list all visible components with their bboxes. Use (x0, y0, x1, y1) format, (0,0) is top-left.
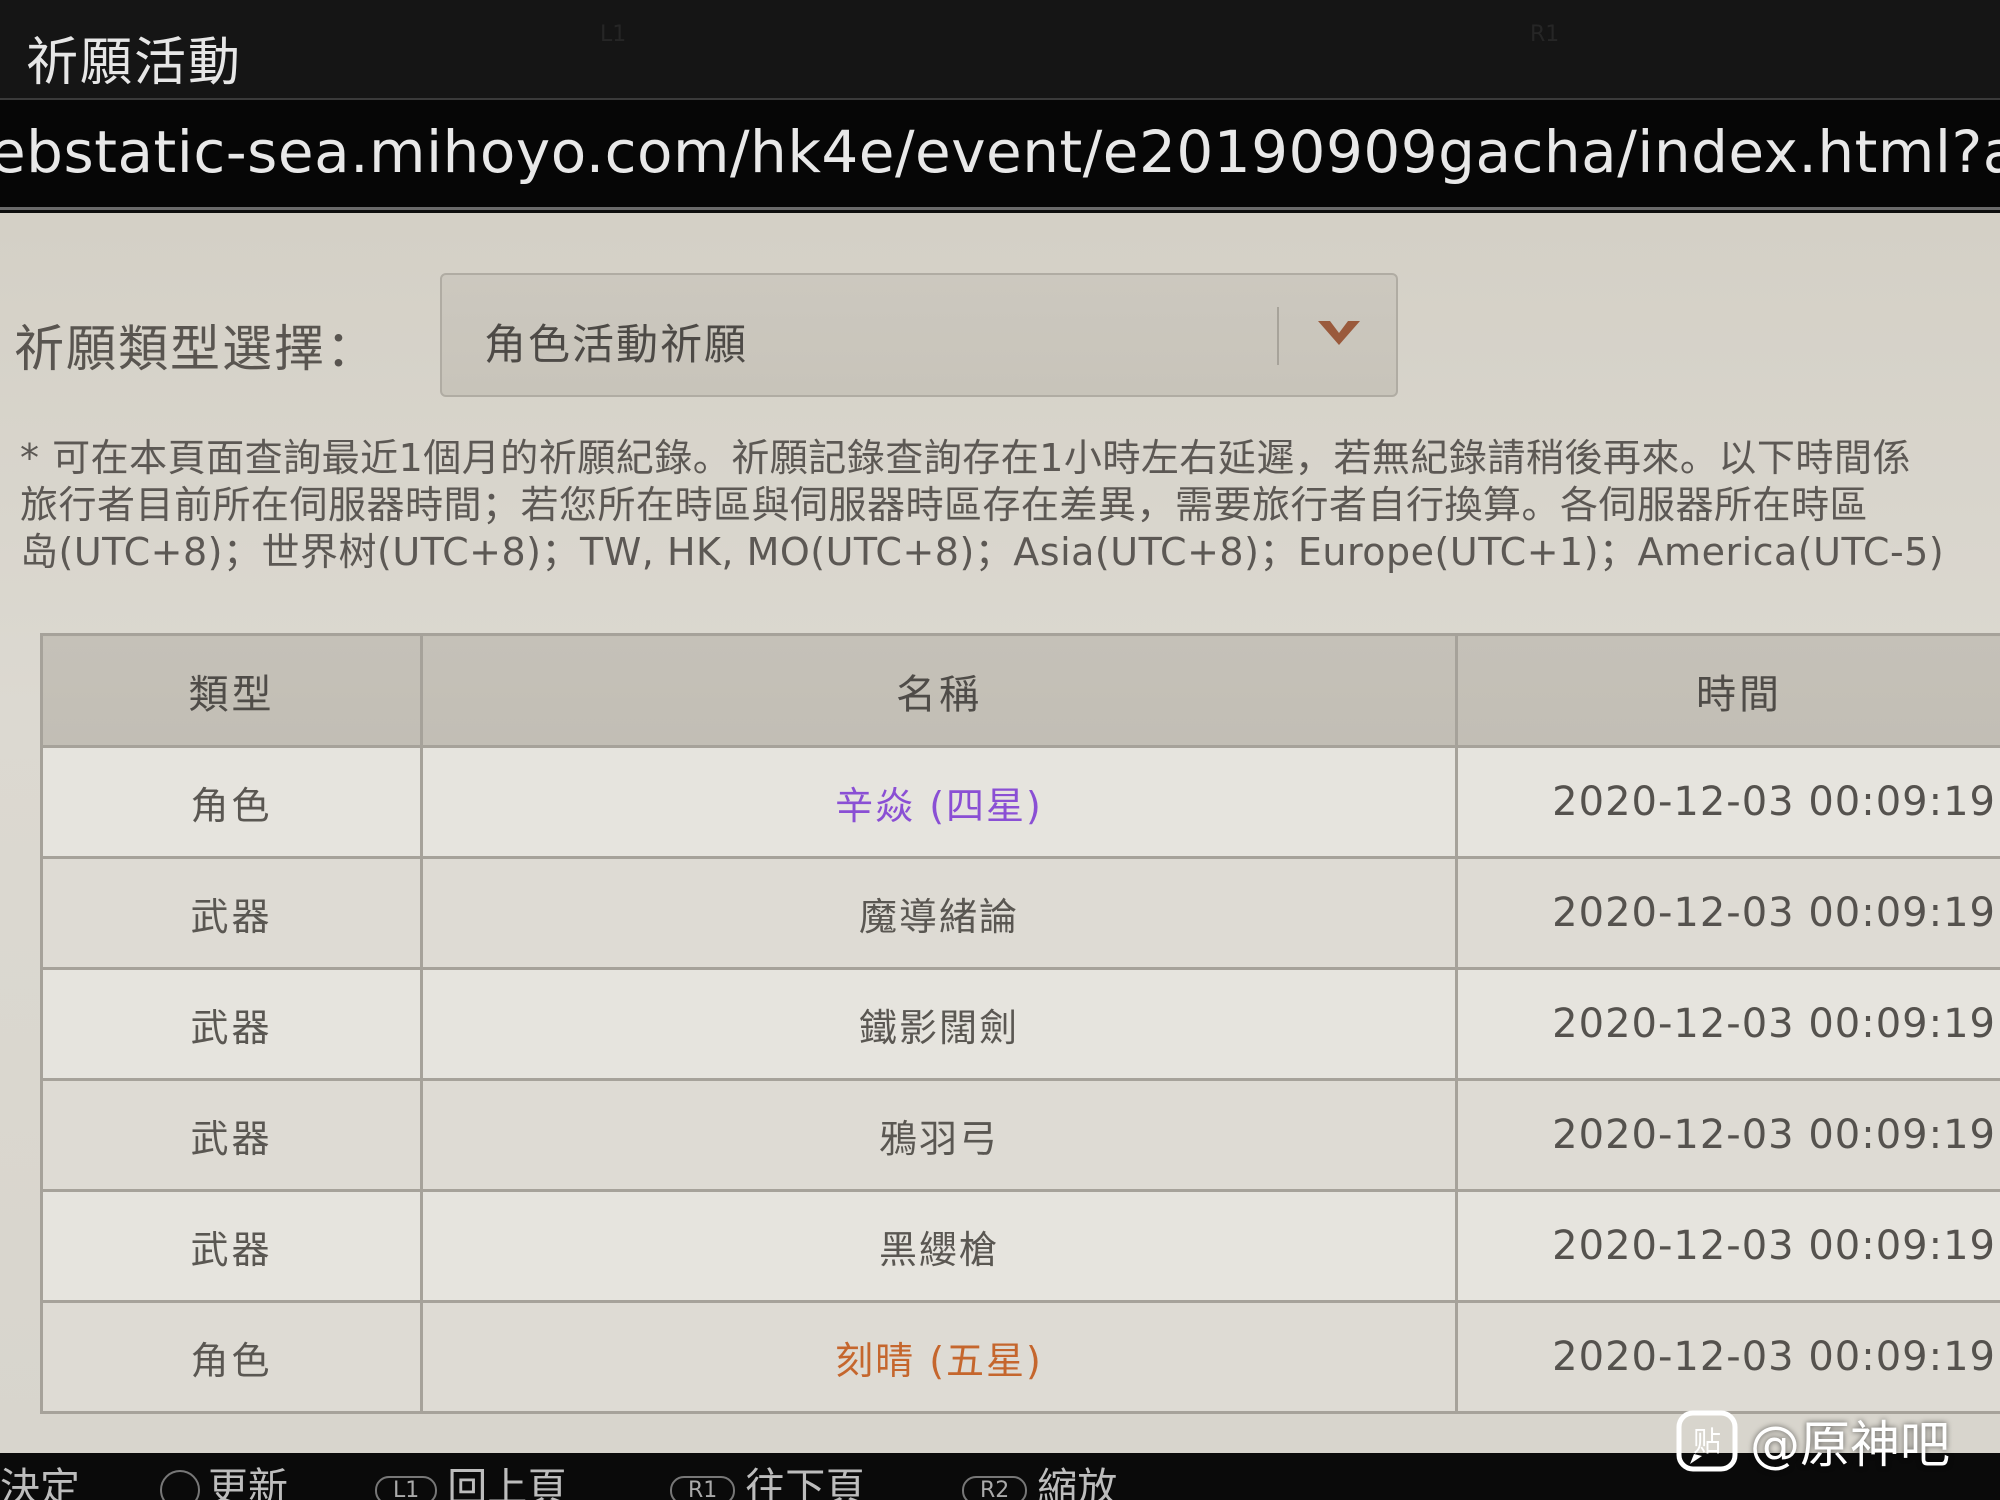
zoom-label: 縮放 (1037, 1465, 1118, 1500)
tieba-logo-icon: 贴 (1676, 1410, 1738, 1472)
table-row: 角色 辛焱 (四星) 2020-12-03 00:09:19 (40, 745, 2000, 859)
title-bar: 祈願活動 L1 R1 (0, 0, 2000, 100)
table-row: 武器 鴉羽弓 2020-12-03 00:09:19 (40, 1078, 2000, 1192)
notice-line-3: 岛(UTC+8)；世界树(UTC+8)；TW, HK, MO(UTC+8)；As… (20, 530, 1945, 574)
forward-label: 往下頁 (745, 1465, 866, 1500)
cell-time: 2020-12-03 00:09:19 (1455, 1078, 2000, 1192)
l1-key-icon: L1 (375, 1475, 438, 1500)
confirm-hint: 決定 (0, 1465, 80, 1500)
browser-screen: 祈願活動 L1 R1 ebstatic-sea.mihoyo.com/hk4e/… (0, 0, 2000, 1500)
header-name: 名稱 (420, 633, 1458, 748)
cell-type: 角色 (40, 745, 423, 859)
zoom-hint[interactable]: R2 縮放 (962, 1455, 1117, 1500)
r1-key-icon: R1 (670, 1475, 736, 1500)
cell-name: 刻晴 (五星) (420, 1300, 1458, 1414)
notice-text: * 可在本頁面查詢最近1個月的祈願紀錄。祈願記錄查詢存在1小時左右延遲，若無紀錄… (20, 435, 2000, 576)
cell-type: 武器 (40, 856, 423, 970)
page-content: 祈願類型選擇： 角色活動祈願 * 可在本頁面查詢最近1個月的祈願紀錄。祈願記錄查… (0, 213, 2000, 1453)
table-header-row: 類型 名稱 時間 (40, 633, 2000, 748)
wish-history-table-wrap: 類型 名稱 時間 角色 辛焱 (四星) 2020-12-03 00:09:19 … (40, 633, 2000, 1414)
wish-type-selected-value: 角色活動祈願 (484, 320, 749, 369)
watermark: 贴 @原神吧 (1676, 1410, 1950, 1474)
notice-line-1: * 可在本頁面查詢最近1個月的祈願紀錄。祈願記錄查詢存在1小時左右延遲，若無紀錄… (20, 436, 1911, 480)
triangle-button-icon (160, 1470, 200, 1500)
wish-history-table: 類型 名稱 時間 角色 辛焱 (四星) 2020-12-03 00:09:19 … (40, 633, 2000, 1414)
r1-hint: R1 (1530, 22, 1560, 47)
header-time: 時間 (1455, 633, 2000, 748)
cell-time: 2020-12-03 00:09:19 (1455, 856, 2000, 970)
forward-hint[interactable]: R1 往下頁 (670, 1455, 865, 1500)
cell-type: 武器 (40, 1078, 423, 1192)
table-row: 武器 黑纓槍 2020-12-03 00:09:19 (40, 1189, 2000, 1303)
tieba-logo-text: 贴 (1693, 1425, 1721, 1458)
l1-hint: L1 (600, 22, 627, 47)
refresh-label: 更新 (208, 1465, 288, 1500)
back-hint[interactable]: L1 回上頁 (375, 1455, 567, 1500)
url-text[interactable]: ebstatic-sea.mihoyo.com/hk4e/event/e2019… (0, 118, 2000, 186)
watermark-text: @原神吧 (1750, 1416, 1950, 1474)
refresh-hint[interactable]: 更新 (160, 1455, 288, 1500)
chevron-down-icon[interactable] (1312, 313, 1366, 353)
table-row: 角色 刻晴 (五星) 2020-12-03 00:09:19 (40, 1300, 2000, 1414)
wish-type-label: 祈願類型選擇： (14, 320, 378, 378)
notice-line-2: 旅行者目前所在伺服器時間；若您所在時區與伺服器時區存在差異，需要旅行者自行換算。… (20, 483, 1869, 527)
table-row: 武器 魔導緒論 2020-12-03 00:09:19 (40, 856, 2000, 970)
table-body: 角色 辛焱 (四星) 2020-12-03 00:09:19 武器 魔導緒論 2… (40, 745, 2000, 1414)
cell-time: 2020-12-03 00:09:19 (1455, 1300, 2000, 1414)
window-title: 祈願活動 (26, 33, 243, 93)
address-bar[interactable]: ebstatic-sea.mihoyo.com/hk4e/event/e2019… (0, 100, 2000, 210)
r2-key-icon: R2 (962, 1475, 1028, 1500)
cell-time: 2020-12-03 00:09:19 (1455, 967, 2000, 1081)
cell-name: 鐵影闊劍 (420, 967, 1458, 1081)
header-type: 類型 (40, 633, 423, 748)
select-divider (1277, 307, 1279, 365)
cell-name: 辛焱 (四星) (420, 745, 1458, 859)
cell-name: 黑纓槍 (420, 1189, 1458, 1303)
cell-type: 武器 (40, 967, 423, 1081)
wish-type-select[interactable]: 角色活動祈願 (440, 273, 1398, 397)
table-row: 武器 鐵影闊劍 2020-12-03 00:09:19 (40, 967, 2000, 1081)
cell-name: 鴉羽弓 (420, 1078, 1458, 1192)
cell-time: 2020-12-03 00:09:19 (1455, 1189, 2000, 1303)
cell-name: 魔導緒論 (420, 856, 1458, 970)
back-label: 回上頁 (447, 1465, 568, 1500)
cell-time: 2020-12-03 00:09:19 (1455, 745, 2000, 859)
cell-type: 武器 (40, 1189, 423, 1303)
cell-type: 角色 (40, 1300, 423, 1414)
